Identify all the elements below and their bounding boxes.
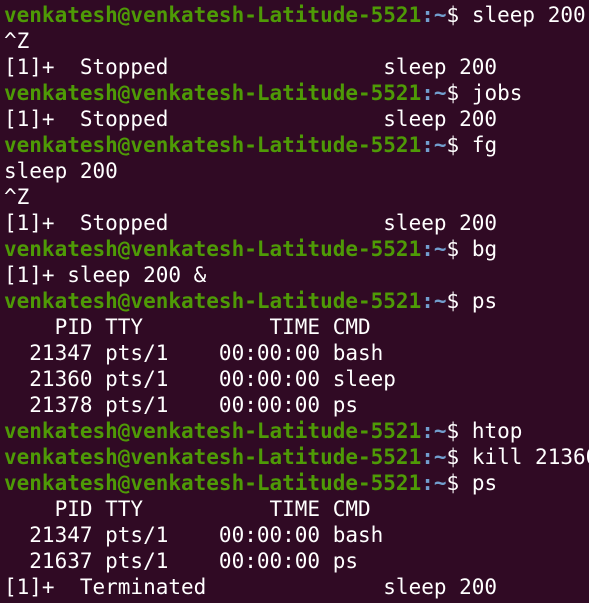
- prompt-user-host: venkatesh@venkatesh-Latitude-5521: [4, 471, 422, 495]
- prompt-path: ~: [433, 3, 447, 27]
- prompt-path: ~: [433, 445, 447, 469]
- prompt-path: ~: [433, 471, 447, 495]
- prompt-user-host: venkatesh@venkatesh-Latitude-5521: [4, 237, 422, 261]
- prompt-user-host: venkatesh@venkatesh-Latitude-5521: [4, 3, 422, 27]
- prompt-line: venkatesh@venkatesh-Latitude-5521:~$ ps: [4, 288, 589, 314]
- prompt-symbol: $: [446, 471, 472, 495]
- output-text: [1]+ Stopped sleep 200: [4, 55, 498, 79]
- prompt-separator: :: [421, 419, 434, 443]
- prompt-symbol: $: [446, 237, 472, 261]
- prompt-line: venkatesh@venkatesh-Latitude-5521:~$ kil…: [4, 444, 589, 470]
- prompt-separator: :: [421, 471, 434, 495]
- output-line: 21360 pts/1 00:00:00 sleep: [4, 366, 589, 392]
- prompt-user-host: venkatesh@venkatesh-Latitude-5521: [4, 419, 422, 443]
- output-text: sleep 200: [4, 159, 118, 183]
- command-text: fg: [471, 133, 498, 157]
- prompt-user-host: venkatesh@venkatesh-Latitude-5521: [4, 81, 422, 105]
- output-text: 21637 pts/1 00:00:00 ps: [4, 549, 359, 573]
- prompt-path: ~: [433, 133, 447, 157]
- command-text: kill 21360: [471, 445, 589, 469]
- prompt-separator: :: [421, 445, 434, 469]
- command-text: bg: [471, 237, 498, 261]
- prompt-line: venkatesh@venkatesh-Latitude-5521:~$ sle…: [4, 2, 589, 28]
- prompt-symbol: $: [446, 81, 472, 105]
- prompt-user-host: venkatesh@venkatesh-Latitude-5521: [4, 445, 422, 469]
- prompt-separator: :: [421, 3, 434, 27]
- prompt-separator: :: [421, 237, 434, 261]
- output-text: 21378 pts/1 00:00:00 ps: [4, 393, 359, 417]
- prompt-user-host: venkatesh@venkatesh-Latitude-5521: [4, 289, 422, 313]
- prompt-symbol: $: [446, 3, 472, 27]
- output-text: 21347 pts/1 00:00:00 bash: [4, 341, 384, 365]
- prompt-user-host: venkatesh@venkatesh-Latitude-5521: [4, 133, 422, 157]
- prompt-line: venkatesh@venkatesh-Latitude-5521:~$ bg: [4, 236, 589, 262]
- prompt-symbol: $: [446, 419, 472, 443]
- prompt-path: ~: [433, 419, 447, 443]
- prompt-path: ~: [433, 81, 447, 105]
- terminal-window[interactable]: venkatesh@venkatesh-Latitude-5521:~$ sle…: [0, 0, 589, 603]
- prompt-line: venkatesh@venkatesh-Latitude-5521:~$ fg: [4, 132, 589, 158]
- output-line: sleep 200: [4, 158, 589, 184]
- output-line: [1]+ Stopped sleep 200: [4, 210, 589, 236]
- output-line: [1]+ Stopped sleep 200: [4, 54, 589, 80]
- output-text: [1]+ Stopped sleep 200: [4, 107, 498, 131]
- prompt-symbol: $: [446, 133, 472, 157]
- output-text: [1]+ Terminated sleep 200: [4, 575, 498, 599]
- output-line: [1]+ Stopped sleep 200: [4, 106, 589, 132]
- output-line: PID TTY TIME CMD: [4, 496, 589, 522]
- output-line: [1]+ sleep 200 &: [4, 262, 589, 288]
- output-text: ^Z: [4, 185, 30, 209]
- command-text: jobs: [471, 81, 523, 105]
- prompt-separator: :: [421, 289, 434, 313]
- output-text: 21360 pts/1 00:00:00 sleep: [4, 367, 396, 391]
- command-text: ps: [471, 471, 498, 495]
- prompt-symbol: $: [446, 289, 472, 313]
- output-line: PID TTY TIME CMD: [4, 314, 589, 340]
- prompt-path: ~: [433, 289, 447, 313]
- output-line: ^Z: [4, 184, 589, 210]
- output-line: 21347 pts/1 00:00:00 bash: [4, 340, 589, 366]
- output-text: PID TTY TIME CMD: [4, 315, 371, 339]
- prompt-separator: :: [421, 81, 434, 105]
- output-text: [1]+ sleep 200 &: [4, 263, 207, 287]
- output-text: 21347 pts/1 00:00:00 bash: [4, 523, 384, 547]
- output-text: ^Z: [4, 29, 30, 53]
- output-line: 21637 pts/1 00:00:00 ps: [4, 548, 589, 574]
- prompt-line: venkatesh@venkatesh-Latitude-5521:~$ job…: [4, 80, 589, 106]
- command-text: sleep 200: [471, 3, 586, 27]
- command-text: ps: [471, 289, 498, 313]
- command-text: htop: [471, 419, 523, 443]
- prompt-separator: :: [421, 133, 434, 157]
- output-text: [1]+ Stopped sleep 200: [4, 211, 498, 235]
- output-line: 21347 pts/1 00:00:00 bash: [4, 522, 589, 548]
- prompt-path: ~: [433, 237, 447, 261]
- output-line: 21378 pts/1 00:00:00 ps: [4, 392, 589, 418]
- prompt-line: venkatesh@venkatesh-Latitude-5521:~$ hto…: [4, 418, 589, 444]
- output-text: PID TTY TIME CMD: [4, 497, 371, 521]
- output-line: ^Z: [4, 28, 589, 54]
- output-line: [1]+ Terminated sleep 200: [4, 574, 589, 600]
- terminal-output: venkatesh@venkatesh-Latitude-5521:~$ sle…: [4, 2, 589, 600]
- prompt-symbol: $: [446, 445, 472, 469]
- prompt-line: venkatesh@venkatesh-Latitude-5521:~$ ps: [4, 470, 589, 496]
